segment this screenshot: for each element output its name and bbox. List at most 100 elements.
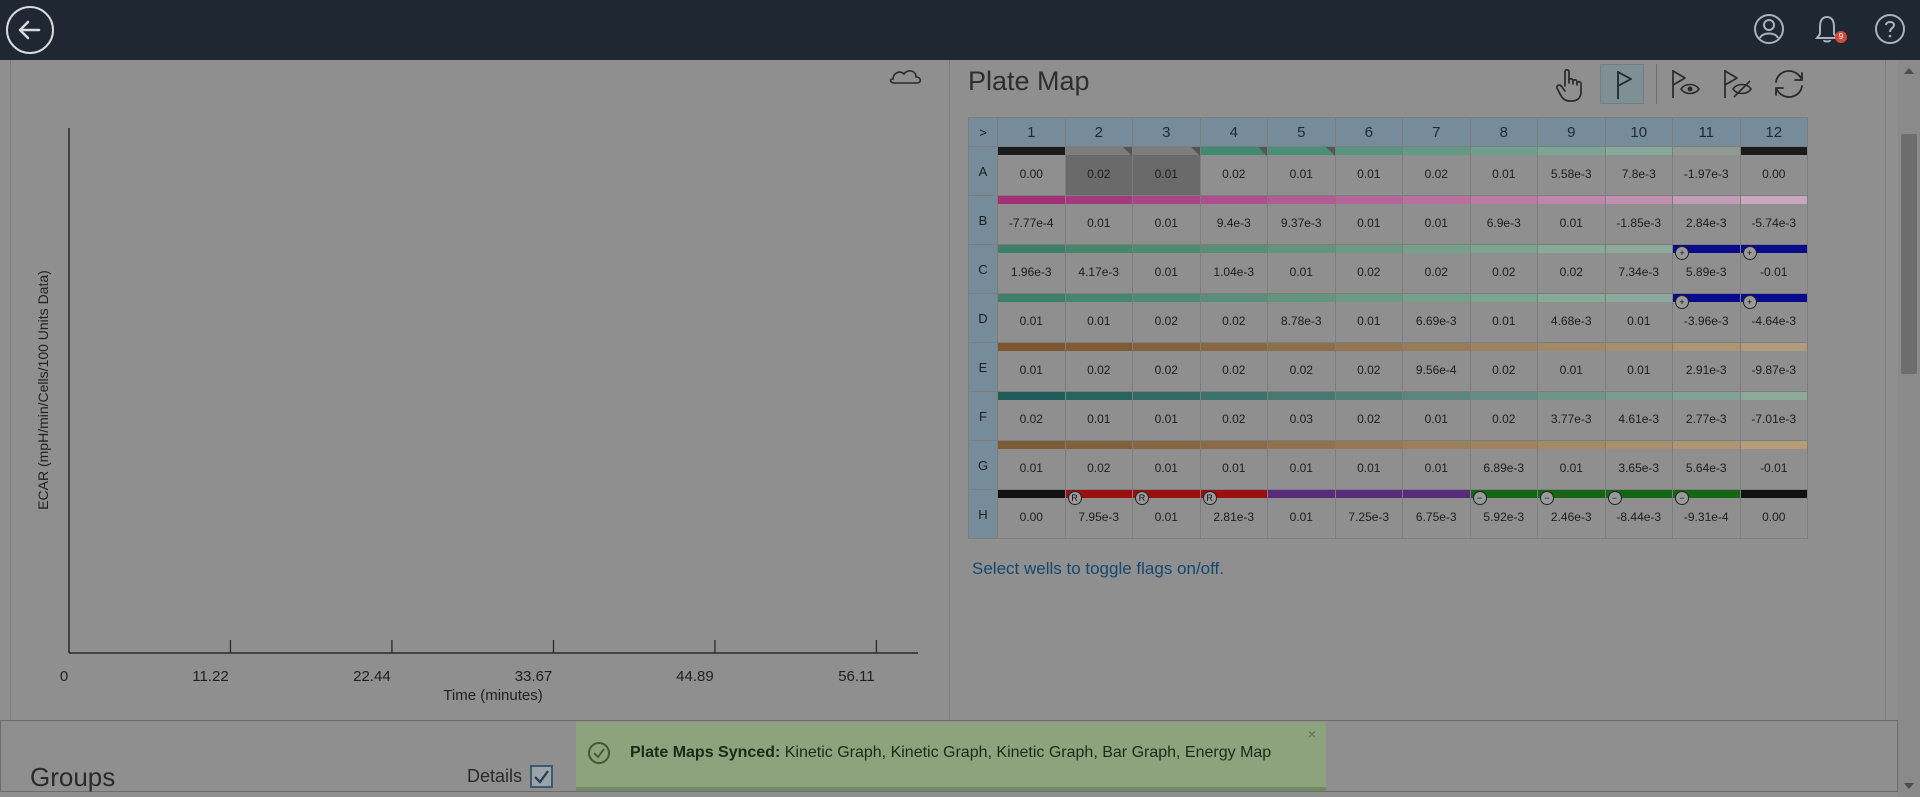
well-A2[interactable]: 0.02 <box>1064 146 1133 196</box>
column-header-7[interactable]: 7 <box>1402 117 1471 147</box>
well-C2[interactable]: 4.17e-3 <box>1064 244 1133 294</box>
well-C8[interactable]: 0.02 <box>1469 244 1538 294</box>
column-header-3[interactable]: 3 <box>1132 117 1201 147</box>
well-C3[interactable]: 0.01 <box>1132 244 1201 294</box>
column-header-6[interactable]: 6 <box>1334 117 1403 147</box>
back-button[interactable] <box>6 6 54 54</box>
well-G8[interactable]: 6.89e-3 <box>1469 440 1538 490</box>
column-header-2[interactable]: 2 <box>1064 117 1133 147</box>
well-B3[interactable]: 0.01 <box>1132 195 1201 245</box>
well-E9[interactable]: 0.01 <box>1537 342 1606 392</box>
well-A9[interactable]: 5.58e-3 <box>1537 146 1606 196</box>
well-D2[interactable]: 0.01 <box>1064 293 1133 343</box>
well-E3[interactable]: 0.02 <box>1132 342 1201 392</box>
page-scrollbar[interactable] <box>1898 60 1920 797</box>
plate-corner-toggle[interactable]: > <box>968 117 998 147</box>
well-A5[interactable]: 0.01 <box>1267 146 1336 196</box>
well-E8[interactable]: 0.02 <box>1469 342 1538 392</box>
sync-tool[interactable] <box>1767 64 1811 104</box>
well-D7[interactable]: 6.69e-3 <box>1402 293 1471 343</box>
well-D5[interactable]: 8.78e-3 <box>1267 293 1336 343</box>
scroll-thumb[interactable] <box>1901 134 1917 374</box>
row-header-H[interactable]: H <box>968 489 998 539</box>
bell-icon[interactable]: 9 <box>1811 13 1847 45</box>
well-D10[interactable]: 0.01 <box>1604 293 1673 343</box>
well-G2[interactable]: 0.02 <box>1064 440 1133 490</box>
well-B6[interactable]: 0.01 <box>1334 195 1403 245</box>
user-icon[interactable] <box>1753 13 1785 45</box>
well-B11[interactable]: 2.84e-3 <box>1672 195 1741 245</box>
well-D11[interactable]: + -3.96e-3 <box>1672 293 1741 343</box>
well-C1[interactable]: 1.96e-3 <box>997 244 1066 294</box>
well-H2[interactable]: R 7.95e-3 <box>1064 489 1133 539</box>
well-B12[interactable]: -5.74e-3 <box>1739 195 1808 245</box>
well-F12[interactable]: -7.01e-3 <box>1739 391 1808 441</box>
well-H7[interactable]: 6.75e-3 <box>1402 489 1471 539</box>
well-E7[interactable]: 9.56e-4 <box>1402 342 1471 392</box>
well-F6[interactable]: 0.02 <box>1334 391 1403 441</box>
scroll-up-arrow[interactable] <box>1904 68 1914 74</box>
well-E10[interactable]: 0.01 <box>1604 342 1673 392</box>
well-B7[interactable]: 0.01 <box>1402 195 1471 245</box>
well-B1[interactable]: -7.77e-4 <box>997 195 1066 245</box>
help-icon[interactable] <box>1874 13 1906 45</box>
well-A7[interactable]: 0.02 <box>1402 146 1471 196</box>
well-B2[interactable]: 0.01 <box>1064 195 1133 245</box>
well-E4[interactable]: 0.02 <box>1199 342 1268 392</box>
well-D1[interactable]: 0.01 <box>997 293 1066 343</box>
well-E2[interactable]: 0.02 <box>1064 342 1133 392</box>
well-F4[interactable]: 0.02 <box>1199 391 1268 441</box>
well-F1[interactable]: 0.02 <box>997 391 1066 441</box>
row-header-B[interactable]: B <box>968 195 998 245</box>
row-header-G[interactable]: G <box>968 440 998 490</box>
well-F3[interactable]: 0.01 <box>1132 391 1201 441</box>
well-H10[interactable]: − -8.44e-3 <box>1604 489 1673 539</box>
well-H8[interactable]: − 5.92e-3 <box>1469 489 1538 539</box>
column-header-12[interactable]: 12 <box>1739 117 1808 147</box>
well-H9[interactable]: − 2.46e-3 <box>1537 489 1606 539</box>
scroll-down-arrow[interactable] <box>1904 783 1914 789</box>
well-E5[interactable]: 0.02 <box>1267 342 1336 392</box>
well-F11[interactable]: 2.77e-3 <box>1672 391 1741 441</box>
well-D6[interactable]: 0.01 <box>1334 293 1403 343</box>
well-H11[interactable]: − -9.31e-4 <box>1672 489 1741 539</box>
well-C10[interactable]: 7.34e-3 <box>1604 244 1673 294</box>
column-header-1[interactable]: 1 <box>997 117 1066 147</box>
select-wells-tool[interactable] <box>1548 64 1592 104</box>
well-F8[interactable]: 0.02 <box>1469 391 1538 441</box>
well-A10[interactable]: 7.8e-3 <box>1604 146 1673 196</box>
row-header-C[interactable]: C <box>968 244 998 294</box>
well-F10[interactable]: 4.61e-3 <box>1604 391 1673 441</box>
well-G1[interactable]: 0.01 <box>997 440 1066 490</box>
well-A4[interactable]: 0.02 <box>1199 146 1268 196</box>
well-C7[interactable]: 0.02 <box>1402 244 1471 294</box>
cloud-icon[interactable] <box>889 70 922 84</box>
well-B9[interactable]: 0.01 <box>1537 195 1606 245</box>
row-header-D[interactable]: D <box>968 293 998 343</box>
well-B10[interactable]: -1.85e-3 <box>1604 195 1673 245</box>
well-D9[interactable]: 4.68e-3 <box>1537 293 1606 343</box>
well-B5[interactable]: 9.37e-3 <box>1267 195 1336 245</box>
well-G4[interactable]: 0.01 <box>1199 440 1268 490</box>
column-header-9[interactable]: 9 <box>1537 117 1606 147</box>
column-header-10[interactable]: 10 <box>1604 117 1673 147</box>
column-header-8[interactable]: 8 <box>1469 117 1538 147</box>
well-F9[interactable]: 3.77e-3 <box>1537 391 1606 441</box>
well-E11[interactable]: 2.91e-3 <box>1672 342 1741 392</box>
well-A8[interactable]: 0.01 <box>1469 146 1538 196</box>
flag-tool[interactable] <box>1600 64 1644 104</box>
details-checkbox[interactable] <box>530 765 553 788</box>
well-A11[interactable]: -1.97e-3 <box>1672 146 1741 196</box>
well-B4[interactable]: 9.4e-3 <box>1199 195 1268 245</box>
well-A6[interactable]: 0.01 <box>1334 146 1403 196</box>
well-E6[interactable]: 0.02 <box>1334 342 1403 392</box>
show-flagged-tool[interactable] <box>1663 64 1707 104</box>
row-header-E[interactable]: E <box>968 342 998 392</box>
well-G12[interactable]: -0.01 <box>1739 440 1808 490</box>
well-B8[interactable]: 6.9e-3 <box>1469 195 1538 245</box>
well-D8[interactable]: 0.01 <box>1469 293 1538 343</box>
well-F5[interactable]: 0.03 <box>1267 391 1336 441</box>
row-header-F[interactable]: F <box>968 391 998 441</box>
well-G10[interactable]: 3.65e-3 <box>1604 440 1673 490</box>
well-H4[interactable]: R 2.81e-3 <box>1199 489 1268 539</box>
